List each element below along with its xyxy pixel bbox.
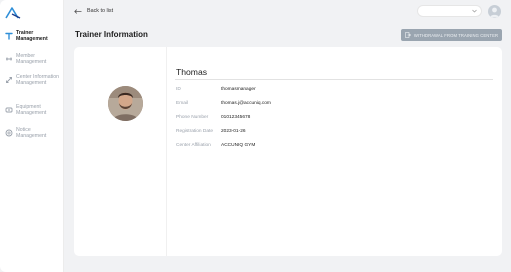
center-icon: [5, 76, 13, 84]
logo-icon: [5, 7, 21, 19]
sidebar-item-label: Equipment Management: [16, 104, 47, 117]
center-select-dropdown[interactable]: [417, 5, 482, 17]
sidebar-item-label: Trainer Management: [16, 30, 48, 43]
chevron-down-icon: [472, 9, 477, 13]
field-value: ACCUNIQ GYM: [221, 143, 256, 148]
field-label: ID: [176, 87, 181, 92]
sidebar-item-notice[interactable]: Notice Management: [0, 127, 64, 140]
field-label: Registration Date: [176, 129, 214, 134]
sidebar-item-label: Center Information Management: [16, 74, 59, 87]
info-row-phone: Phone Number 01012345678: [176, 115, 250, 120]
card-divider: [166, 47, 167, 256]
sidebar-item-label: Notice Management: [16, 127, 47, 140]
arrow-left-icon: [74, 8, 82, 14]
withdraw-button[interactable]: WITHDRAWAL FROM TRAINING CENTER: [401, 29, 502, 41]
sidebar-item-label: Member Management: [16, 53, 47, 66]
app-window: Trainer Management Member Management Cen…: [0, 0, 511, 272]
info-row-email: Email thomas.j@accuniq.com: [176, 101, 271, 106]
trainer-icon: [5, 32, 13, 40]
info-row-id: ID thomasmanager: [176, 87, 256, 92]
field-label: Email: [176, 101, 188, 106]
field-value: thomas.j@accuniq.com: [221, 101, 271, 106]
exit-icon: [405, 32, 411, 38]
name-divider: [175, 79, 493, 80]
field-value: 2023-01-26: [221, 129, 246, 134]
trainer-photo: [108, 86, 143, 121]
notice-icon: [5, 129, 13, 137]
info-row-center: Center Affiliation ACCUNIQ GYM: [176, 143, 255, 148]
sidebar-item-member[interactable]: Member Management: [0, 53, 64, 66]
user-icon: [490, 7, 499, 18]
back-label: Back to list: [87, 8, 114, 14]
trainer-card: Thomas ID thomasmanager Email thomas.j@a…: [74, 47, 502, 256]
field-label: Phone Number: [176, 115, 209, 120]
info-row-registration: Registration Date 2023-01-26: [176, 129, 246, 134]
trainer-name: Thomas: [176, 67, 208, 77]
back-to-list-link[interactable]: Back to list: [74, 8, 113, 14]
withdraw-label: WITHDRAWAL FROM TRAINING CENTER: [413, 32, 499, 38]
sidebar: Trainer Management Member Management Cen…: [0, 0, 64, 272]
sidebar-item-trainer[interactable]: Trainer Management: [0, 30, 64, 43]
sidebar-item-center[interactable]: Center Information Management: [0, 74, 64, 87]
user-avatar[interactable]: [488, 5, 501, 18]
page-title: Trainer Information: [75, 30, 148, 39]
field-value: 01012345678: [221, 115, 251, 120]
field-label: Center Affiliation: [176, 143, 211, 148]
field-value: thomasmanager: [221, 87, 256, 92]
equipment-icon: [5, 106, 13, 114]
member-icon: [5, 55, 13, 63]
sidebar-item-equipment[interactable]: Equipment Management: [0, 104, 64, 117]
